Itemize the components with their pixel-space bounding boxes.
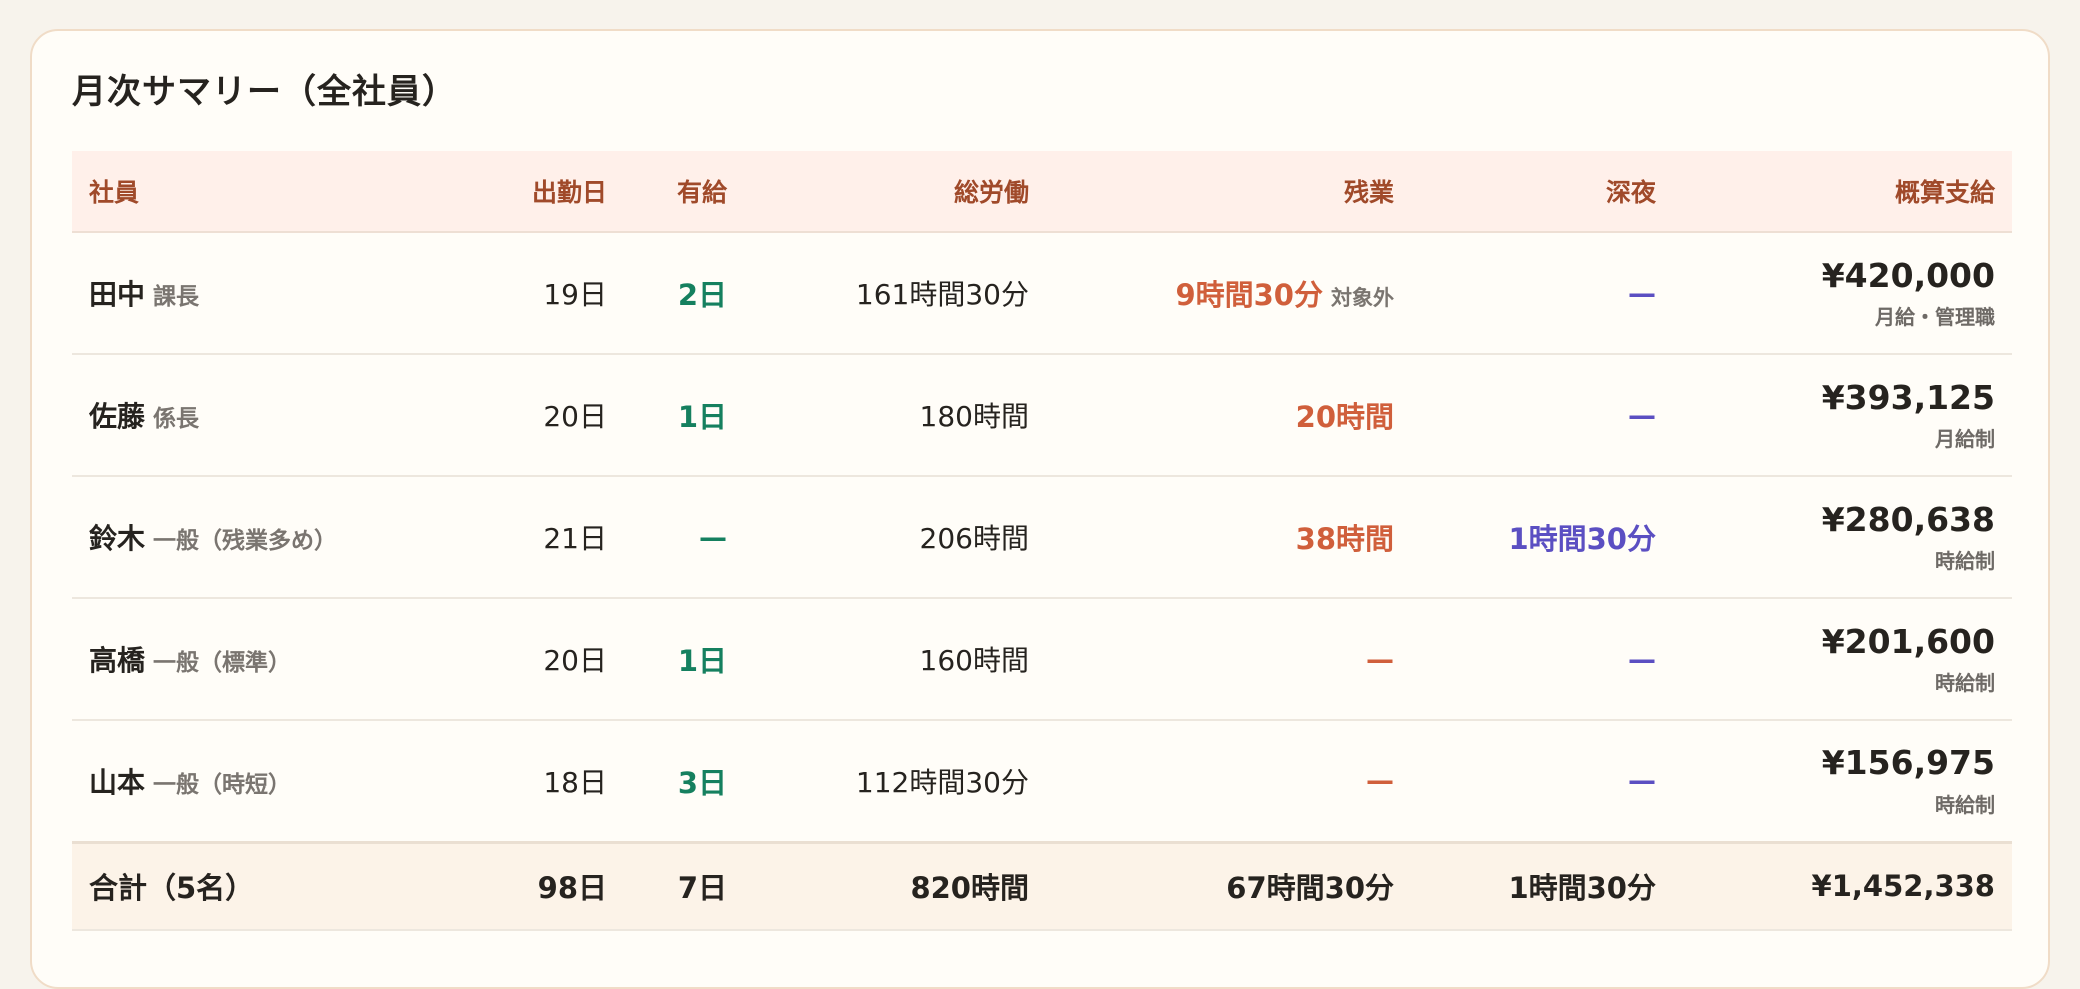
pay-type-note: 時給制: [1935, 671, 1995, 696]
late-night-value: —: [1628, 398, 1656, 432]
totals-label: 合計（5名）: [72, 840, 488, 931]
employee-cell: 山本 一般（時短）: [72, 720, 488, 843]
header-overtime: 残業: [1046, 151, 1411, 233]
employee-role: 一般（時短）: [153, 771, 292, 798]
employee-name: 鈴木: [89, 522, 146, 555]
work-days-cell: 20日: [488, 598, 624, 721]
table-row: 田中 課長 19日 2日 161時間30分 9時間30分 対象外 — ¥420,00…: [72, 232, 2012, 355]
employee-cell: 田中 課長: [72, 232, 488, 355]
employee-cell: 佐藤 係長: [72, 354, 488, 477]
employee-role: 課長: [153, 284, 200, 310]
header-late-night: 深夜: [1411, 151, 1673, 233]
table-row: 佐藤 係長 20日 1日 180時間 20時間 — ¥393,125 月給制: [72, 354, 2012, 477]
paid-leave-cell: 2日: [624, 232, 744, 355]
paid-leave-cell: 3日: [624, 720, 744, 843]
pay-amount: ¥201,600: [1821, 621, 1995, 661]
paid-leave-value: 3日: [677, 765, 727, 800]
pay-cell: ¥156,975 時給制: [1673, 720, 2012, 843]
employee-cell: 高橋 一般（標準）: [72, 598, 488, 721]
employee-role: 係長: [153, 406, 200, 432]
totals-overtime: 67時間30分: [1046, 840, 1411, 931]
total-work-cell: 180時間: [744, 354, 1046, 477]
pay-type-note: 月給制: [1935, 427, 1995, 452]
paid-leave-cell: 1日: [624, 598, 744, 721]
late-night-value: —: [1628, 764, 1656, 798]
work-days-cell: 20日: [488, 354, 624, 477]
paid-leave-cell: 1日: [624, 354, 744, 477]
employee-name: 田中: [89, 278, 146, 311]
table-row: 高橋 一般（標準） 20日 1日 160時間 — — ¥201,600 時給制: [72, 598, 2012, 721]
header-total-work: 総労働: [744, 151, 1046, 233]
overtime-cell: —: [1046, 598, 1411, 721]
employee-name: 高橋: [89, 644, 146, 677]
late-night-cell: —: [1411, 720, 1673, 843]
late-night-value: 1時間30分: [1508, 522, 1656, 556]
pay-type-note: 時給制: [1935, 793, 1995, 818]
pay-amount: ¥420,000: [1821, 255, 1995, 295]
header-employee: 社員: [72, 151, 488, 233]
total-work-cell: 206時間: [744, 476, 1046, 599]
pay-cell: ¥393,125 月給制: [1673, 354, 2012, 477]
overtime-value: 9時間30分: [1175, 278, 1323, 312]
pay-amount: ¥393,125: [1821, 377, 1995, 417]
employee-name: 山本: [89, 765, 146, 799]
overtime-note: 対象外: [1331, 286, 1394, 310]
overtime-value: —: [1366, 764, 1394, 798]
totals-work-days: 98日: [488, 840, 624, 931]
paid-leave-cell: —: [624, 476, 744, 599]
pay-amount: ¥280,638: [1821, 499, 1995, 539]
header-work-days: 出勤日: [488, 151, 624, 233]
header-estimated-pay: 概算支給: [1673, 151, 2012, 233]
employee-role: 一般（残業多め）: [153, 528, 338, 554]
late-night-cell: —: [1411, 354, 1673, 477]
employee-role: 一般（標準）: [153, 650, 292, 676]
paid-leave-value: 2日: [677, 278, 727, 312]
overtime-cell: —: [1046, 720, 1411, 843]
page-title: 月次サマリー（全社員）: [72, 72, 457, 112]
late-night-cell: —: [1411, 598, 1673, 721]
table-header-row: 社員 出勤日 有給 総労働 残業 深夜 概算支給: [72, 151, 2012, 233]
pay-cell: ¥420,000 月給・管理職: [1673, 232, 2012, 355]
totals-paid-leave: 7日: [624, 840, 744, 931]
paid-leave-value: 1日: [677, 644, 727, 678]
overtime-cell: 20時間: [1046, 354, 1411, 477]
total-work-cell: 160時間: [744, 598, 1046, 721]
header-paid-leave: 有給: [624, 151, 744, 233]
paid-leave-value: —: [699, 520, 727, 554]
monthly-summary-card: 月次サマリー（全社員） 社員 出勤日 有給 総労働 残業 深夜 概算支給 田中課…: [30, 29, 2050, 989]
totals-pay: ¥1,452,338: [1673, 840, 2012, 931]
pay-type-note: 月給・管理職: [1875, 305, 1995, 330]
late-night-value: —: [1628, 642, 1656, 676]
overtime-cell: 9時間30分 対象外: [1046, 232, 1411, 355]
work-days-cell: 19日: [488, 232, 624, 355]
totals-total-work: 820時間: [744, 840, 1046, 931]
totals-late-night: 1時間30分: [1411, 840, 1673, 931]
totals-row: 合計（5名） 98日 7日 820時間 67時間30分 1時間30分 ¥1,45…: [72, 840, 2012, 931]
summary-table: 社員 出勤日 有給 総労働 残業 深夜 概算支給 田中 課長 19日 2日 161…: [72, 151, 2012, 931]
late-night-value: —: [1628, 276, 1656, 310]
total-work-cell: 112時間30分: [744, 720, 1046, 843]
overtime-value: —: [1366, 642, 1394, 676]
table-row: 鈴木 一般（残業多め） 21日 — 206時間 38時間 1時間30分 ¥280,…: [72, 476, 2012, 599]
employee-name: 佐藤: [89, 400, 146, 433]
work-days-cell: 18日: [488, 720, 624, 843]
paid-leave-value: 1日: [677, 400, 727, 434]
late-night-cell: —: [1411, 232, 1673, 355]
employee-cell: 鈴木 一般（残業多め）: [72, 476, 488, 599]
pay-cell: ¥280,638 時給制: [1673, 476, 2012, 599]
overtime-value: 20時間: [1295, 400, 1394, 434]
pay-type-note: 時給制: [1935, 549, 1995, 574]
table-row: 山本 一般（時短） 18日 3日 112時間30分 — — ¥156,975 時給…: [72, 720, 2012, 843]
overtime-value: 38時間: [1295, 522, 1394, 556]
total-work-cell: 161時間30分: [744, 232, 1046, 355]
overtime-cell: 38時間: [1046, 476, 1411, 599]
pay-amount: ¥156,975: [1821, 743, 1995, 783]
late-night-cell: 1時間30分: [1411, 476, 1673, 599]
pay-cell: ¥201,600 時給制: [1673, 598, 2012, 721]
work-days-cell: 21日: [488, 476, 624, 599]
